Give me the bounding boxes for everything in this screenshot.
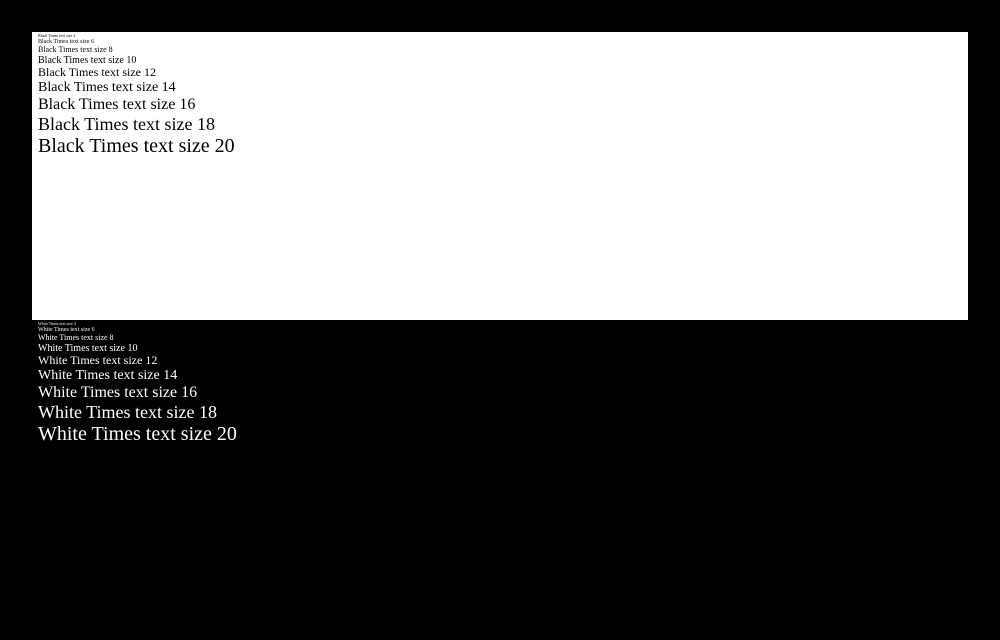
white-text-size-18: White Times text size 18 bbox=[38, 402, 962, 423]
white-text-size-16: White Times text size 16 bbox=[38, 384, 962, 402]
white-text-size-14: White Times text size 14 bbox=[38, 368, 962, 384]
black-text-size-6: Black Times text size 6 bbox=[38, 39, 962, 46]
black-text-size-20: Black Times text size 20 bbox=[38, 135, 962, 158]
white-text-size-12: White Times text size 12 bbox=[38, 354, 962, 368]
white-text-size-6: White Times text size 6 bbox=[38, 327, 962, 334]
black-text-size-8: Black Times text size 8 bbox=[38, 45, 962, 54]
white-text-size-10: White Times text size 10 bbox=[38, 343, 962, 355]
black-text-size-16: Black Times text size 16 bbox=[38, 96, 962, 114]
black-text-size-12: Black Times text size 12 bbox=[38, 66, 962, 80]
white-text-size-20: White Times text size 20 bbox=[38, 423, 962, 446]
white-text-size-8: White Times text size 8 bbox=[38, 333, 962, 342]
black-text-size-14: Black Times text size 14 bbox=[38, 80, 962, 96]
black-text-size-10: Black Times text size 10 bbox=[38, 55, 962, 67]
black-text-size-18: Black Times text size 18 bbox=[38, 114, 962, 135]
white-panel: Black Times text size 4 Black Times text… bbox=[32, 32, 968, 320]
black-panel: White Times text size 4 White Times text… bbox=[32, 320, 968, 640]
